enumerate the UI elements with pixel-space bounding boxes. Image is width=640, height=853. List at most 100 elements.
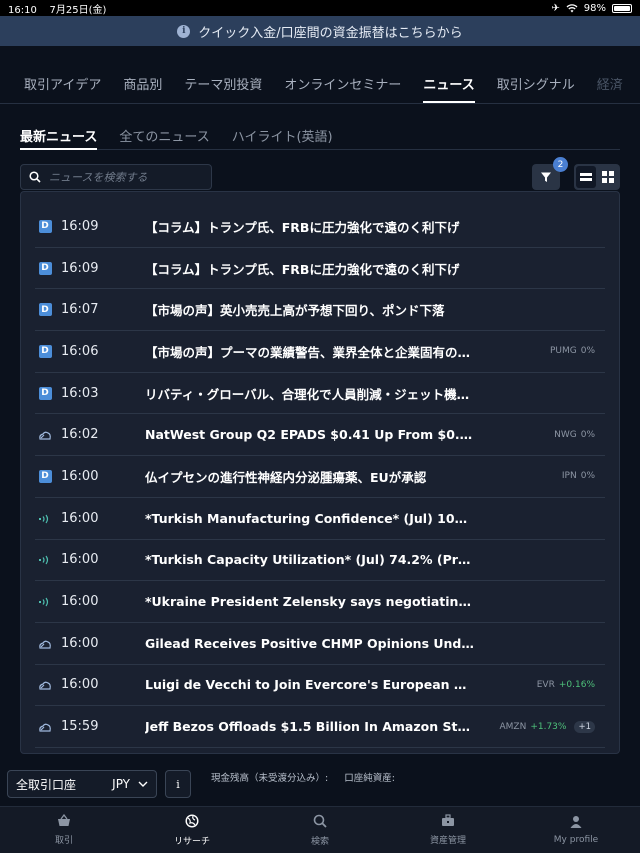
news-title[interactable]: 仏イプセンの進行性神経内分泌腫瘍薬、EUが承認 [145,467,475,486]
news-ticker[interactable]: IPN 0% [562,471,595,481]
d-icon: D [38,261,52,275]
news-ticker[interactable]: NWG 0% [554,430,595,440]
tab-3[interactable]: オンラインセミナー [284,74,401,103]
status-right: ✈ 98% [551,3,632,14]
view-toggle [574,164,620,190]
tab-5[interactable]: 取引シグナル [497,74,575,103]
news-row[interactable]: D 16:00 仏イプセンの進行性神経内分泌腫瘍薬、EUが承認 IPN 0% [35,456,605,498]
chevron-down-icon [138,781,148,787]
battery-percent: 98% [583,2,606,14]
net-assets-label: 口座純資産: [344,773,395,784]
news-title[interactable]: 【市場の声】英小売売上高が予想下回り、ポンド下落 [145,300,475,319]
tab-2[interactable]: テーマ別投資 [184,74,262,103]
news-source [37,592,53,611]
news-ticker[interactable]: AMZN +1.73% +1 [499,720,595,733]
nav-item-4[interactable]: My profile [526,807,626,853]
info-icon: i [177,24,191,38]
news-time: 16:06 [61,343,99,359]
news-row[interactable]: D 16:07 【市場の声】英小売売上高が予想下回り、ポンド下落 [35,289,605,332]
tab-1[interactable]: 商品別 [123,74,162,103]
account-select[interactable]: 全取引口座 JPY [7,770,157,798]
news-title[interactable]: *Ukraine President Zelensky says negotia… [145,594,475,609]
nav-label: リサーチ [173,836,210,847]
quick-deposit-banner[interactable]: i クイック入金/口座間の資金振替はこちらから [0,16,640,46]
nav-label: 資産管理 [429,836,466,846]
news-time: 16:07 [61,302,99,318]
news-source: D [37,261,53,275]
news-source [37,425,53,444]
news-search-input[interactable] [49,170,199,184]
news-title[interactable]: NatWest Group Q2 EPADS $0.41 Up From $0.… [145,427,475,442]
news-row[interactable]: 16:00 Luigi de Vecchi to Join Evercore's … [35,665,605,707]
news-row[interactable]: 16:00 *Ukraine President Zelensky says ne… [35,581,605,623]
nav-item-1[interactable]: リサーチ [142,807,242,853]
news-ticker[interactable]: PUMG 0% [550,346,595,356]
news-row[interactable]: 16:00 *Turkish Capacity Utilization* (Jul… [35,540,605,582]
news-row[interactable]: D 16:09 【コラム】トランプ氏、FRBに圧力強化で遠のく利下げ [35,206,605,248]
account-name: 全取引口座 [16,777,77,792]
news-title[interactable]: リバティ・グローバル、合理化で人員削減・ジェット機売却 [145,384,475,403]
news-time: 16:00 [61,635,99,651]
news-row[interactable]: D 16:09 【コラム】トランプ氏、FRBに圧力強化で遠のく利下げ [35,248,605,290]
basket-icon [57,813,71,830]
news-source [37,634,53,653]
news-title[interactable]: Gilead Receives Positive CHMP Opinions U… [145,636,475,651]
cloud-icon [38,717,52,736]
news-list: D 16:09 【コラム】トランプ氏、FRBに圧力強化で遠のく利下げ D 16:09 【コ… [20,191,620,754]
news-sub-tabs: 最新ニュース 全てのニュース ハイライト(英語) [20,126,620,150]
nav-item-0[interactable]: 取引 [14,807,114,853]
ticker-change: 0% [580,346,595,357]
news-row[interactable]: D 16:03 リバティ・グローバル、合理化で人員削減・ジェット機売却 [35,373,605,415]
news-time: 16:03 [61,385,99,401]
ticker-change: +0.16% [558,679,595,690]
ticker-symbol: PUMG [549,346,577,357]
news-source [37,675,53,694]
account-info-button[interactable]: i [165,770,191,798]
news-title[interactable]: *Turkish Capacity Utilization* (Jul) 74.… [145,552,475,567]
account-currency-wrap: JPY [112,777,148,791]
ticker-symbol: EVR [536,679,555,690]
list-view-icon [580,173,592,181]
more-tickers-badge[interactable]: +1 [574,720,595,733]
nav-item-3[interactable]: 資産管理 [398,807,498,853]
news-time: 16:09 [61,260,99,276]
tab-4[interactable]: ニュース [423,74,475,103]
nav-item-2[interactable]: 検索 [270,807,370,853]
cloud-icon [38,675,52,694]
news-row[interactable]: 16:00 *Turkish Manufacturing Confidence* … [35,498,605,540]
globe-icon [185,813,199,831]
account-balances: 現金残高（未受渡分込み）: 口座純資産: [211,770,395,784]
tab-6[interactable]: 経済 [597,74,623,103]
grid-view-button[interactable] [598,166,618,188]
filter-button[interactable]: 2 [532,157,568,190]
news-time: 15:59 [61,719,99,735]
ticker-symbol: AMZN [499,721,527,732]
news-row[interactable]: D 16:06 【市場の声】プーマの業績警告、業界全体と企業固有の問題 PUMG 0% [35,331,605,373]
news-row[interactable]: 15:59 Jeff Bezos Offloads $1.5 Billion In… [35,706,605,748]
news-ticker[interactable]: EVR +0.16% [537,680,595,690]
news-title[interactable]: 【コラム】トランプ氏、FRBに圧力強化で遠のく利下げ [145,217,475,236]
sub-tab-1[interactable]: 全てのニュース [119,126,209,149]
sub-tab-0[interactable]: 最新ニュース [20,126,98,150]
list-view-button[interactable] [576,166,596,188]
news-source: D [37,303,53,317]
news-title[interactable]: 【市場の声】プーマの業績警告、業界全体と企業固有の問題 [145,342,475,361]
news-source: D [37,344,53,358]
news-source [37,717,53,736]
ticker-change: 0% [580,429,595,440]
d-icon: D [38,219,52,233]
tab-0[interactable]: 取引アイデア [24,74,101,103]
news-title[interactable]: Jeff Bezos Offloads $1.5 Billion In Amaz… [145,719,475,734]
news-source: D [37,469,53,483]
ticker-change: 0% [580,471,595,482]
news-row[interactable]: 16:00 Gilead Receives Positive CHMP Opini… [35,623,605,665]
search-icon [29,171,41,183]
sub-tab-2[interactable]: ハイライト(英語) [232,126,333,149]
news-title[interactable]: 【コラム】トランプ氏、FRBに圧力強化で遠のく利下げ [145,259,475,278]
news-title[interactable]: Luigi de Vecchi to Join Evercore's Europ… [145,677,475,692]
news-row[interactable]: 16:02 NatWest Group Q2 EPADS $0.41 Up Fro… [35,414,605,457]
news-title[interactable]: *Turkish Manufacturing Confidence* (Jul)… [145,511,475,526]
news-source [37,509,53,528]
news-search-box[interactable] [20,164,212,190]
search-icon [313,814,327,831]
